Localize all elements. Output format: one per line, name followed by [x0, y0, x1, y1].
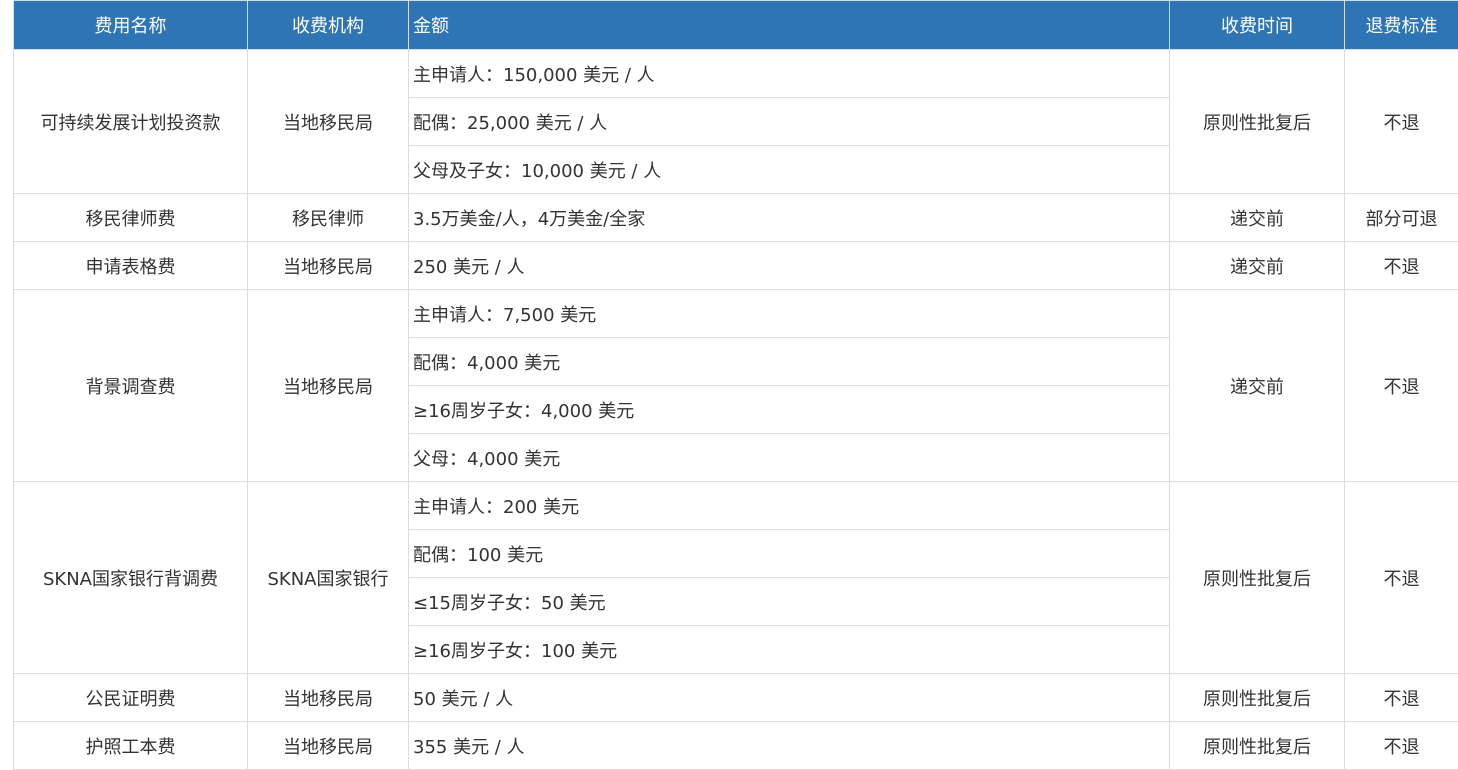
amount-cell: ≥16周岁子女：100 美元 — [409, 626, 1170, 674]
amount-cell: 355 美元 / 人 — [409, 722, 1170, 770]
amount-cell: 配偶：25,000 美元 / 人 — [409, 98, 1170, 146]
amount-cell: 主申请人：7,500 美元 — [409, 290, 1170, 338]
fee-time-cell: 原则性批复后 — [1170, 674, 1345, 722]
fee-org-cell: 当地移民局 — [248, 674, 409, 722]
fee-time-cell: 原则性批复后 — [1170, 50, 1345, 194]
refund-policy-cell: 不退 — [1345, 50, 1458, 194]
fee-time-cell: 递交前 — [1170, 194, 1345, 242]
header-refund-policy: 退费标准 — [1345, 1, 1458, 50]
fee-table-container: 费用名称 收费机构 金额 收费时间 退费标准 可持续发展计划投资款当地移民局主申… — [13, 0, 1458, 770]
fee-org-cell: SKNA国家银行 — [248, 482, 409, 674]
amount-cell: 配偶：100 美元 — [409, 530, 1170, 578]
header-fee-org: 收费机构 — [248, 1, 409, 50]
fee-time-cell: 原则性批复后 — [1170, 482, 1345, 674]
amount-cell: 主申请人：150,000 美元 / 人 — [409, 50, 1170, 98]
refund-policy-cell: 不退 — [1345, 242, 1458, 290]
amount-cell: 主申请人：200 美元 — [409, 482, 1170, 530]
fee-name-cell: 背景调查费 — [14, 290, 248, 482]
refund-policy-cell: 不退 — [1345, 722, 1458, 770]
refund-policy-cell: 不退 — [1345, 674, 1458, 722]
fee-time-cell: 递交前 — [1170, 290, 1345, 482]
header-fee-time: 收费时间 — [1170, 1, 1345, 50]
fee-org-cell: 当地移民局 — [248, 50, 409, 194]
table-row: 移民律师费移民律师3.5万美金/人，4万美金/全家递交前部分可退 — [14, 194, 1458, 242]
refund-policy-cell: 不退 — [1345, 290, 1458, 482]
header-fee-name: 费用名称 — [14, 1, 248, 50]
table-row: 公民证明费当地移民局50 美元 / 人原则性批复后不退 — [14, 674, 1458, 722]
refund-policy-cell: 不退 — [1345, 482, 1458, 674]
table-row: 背景调查费当地移民局主申请人：7,500 美元递交前不退 — [14, 290, 1458, 338]
amount-cell: 配偶：4,000 美元 — [409, 338, 1170, 386]
refund-policy-cell: 部分可退 — [1345, 194, 1458, 242]
table-header-row: 费用名称 收费机构 金额 收费时间 退费标准 — [14, 1, 1458, 50]
amount-cell: 父母及子女：10,000 美元 / 人 — [409, 146, 1170, 194]
fee-time-cell: 递交前 — [1170, 242, 1345, 290]
fee-org-cell: 当地移民局 — [248, 722, 409, 770]
table-row: SKNA国家银行背调费SKNA国家银行主申请人：200 美元原则性批复后不退 — [14, 482, 1458, 530]
amount-cell: ≥16周岁子女：4,000 美元 — [409, 386, 1170, 434]
amount-cell: 3.5万美金/人，4万美金/全家 — [409, 194, 1170, 242]
table-row: 申请表格费当地移民局250 美元 / 人递交前不退 — [14, 242, 1458, 290]
table-body: 可持续发展计划投资款当地移民局主申请人：150,000 美元 / 人原则性批复后… — [14, 50, 1458, 770]
amount-cell: 50 美元 / 人 — [409, 674, 1170, 722]
fee-name-cell: 可持续发展计划投资款 — [14, 50, 248, 194]
fee-org-cell: 当地移民局 — [248, 290, 409, 482]
fee-table: 费用名称 收费机构 金额 收费时间 退费标准 可持续发展计划投资款当地移民局主申… — [13, 0, 1458, 770]
fee-name-cell: 申请表格费 — [14, 242, 248, 290]
table-row: 护照工本费当地移民局355 美元 / 人原则性批复后不退 — [14, 722, 1458, 770]
header-amount: 金额 — [409, 1, 1170, 50]
fee-name-cell: 公民证明费 — [14, 674, 248, 722]
fee-name-cell: 护照工本费 — [14, 722, 248, 770]
fee-name-cell: SKNA国家银行背调费 — [14, 482, 248, 674]
fee-org-cell: 当地移民局 — [248, 242, 409, 290]
fee-org-cell: 移民律师 — [248, 194, 409, 242]
fee-name-cell: 移民律师费 — [14, 194, 248, 242]
fee-time-cell: 原则性批复后 — [1170, 722, 1345, 770]
amount-cell: ≤15周岁子女：50 美元 — [409, 578, 1170, 626]
amount-cell: 父母：4,000 美元 — [409, 434, 1170, 482]
amount-cell: 250 美元 / 人 — [409, 242, 1170, 290]
table-row: 可持续发展计划投资款当地移民局主申请人：150,000 美元 / 人原则性批复后… — [14, 50, 1458, 98]
